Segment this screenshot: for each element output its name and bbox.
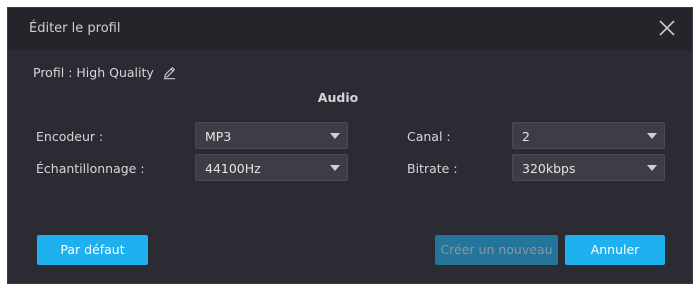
close-icon[interactable] (658, 19, 676, 37)
dialog-title: Éditer le profil (29, 21, 121, 36)
edit-profile-dialog: Éditer le profil Profil : High Quality A… (7, 7, 693, 284)
encoder-select[interactable]: MP3 (195, 122, 348, 149)
chevron-down-icon (330, 133, 340, 139)
cancel-button[interactable]: Annuler (565, 235, 665, 265)
chevron-down-icon (647, 165, 657, 171)
encoder-value: MP3 (205, 129, 232, 144)
encoder-label: Encodeur : (36, 129, 104, 144)
channel-label: Canal : (407, 129, 451, 144)
dialog-titlebar: Éditer le profil (8, 8, 692, 50)
sample-rate-label: Échantillonnage : (36, 161, 145, 176)
profile-row: Profil : High Quality (33, 65, 177, 80)
create-new-button[interactable]: Créer un nouveau (435, 235, 558, 265)
bitrate-value: 320kbps (522, 161, 576, 176)
chevron-down-icon (330, 165, 340, 171)
chevron-down-icon (647, 133, 657, 139)
profile-name: High Quality (76, 65, 154, 80)
channel-value: 2 (522, 129, 530, 144)
sample-rate-select[interactable]: 44100Hz (195, 154, 348, 181)
channel-select[interactable]: 2 (512, 122, 665, 149)
section-title-audio: Audio (317, 90, 359, 105)
bitrate-select[interactable]: 320kbps (512, 154, 665, 181)
pencil-icon[interactable] (162, 65, 177, 80)
bitrate-label: Bitrate : (407, 161, 458, 176)
profile-label: Profil (33, 65, 65, 80)
default-button[interactable]: Par défaut (37, 235, 148, 265)
profile-separator: : (68, 65, 73, 80)
sample-rate-value: 44100Hz (205, 161, 261, 176)
